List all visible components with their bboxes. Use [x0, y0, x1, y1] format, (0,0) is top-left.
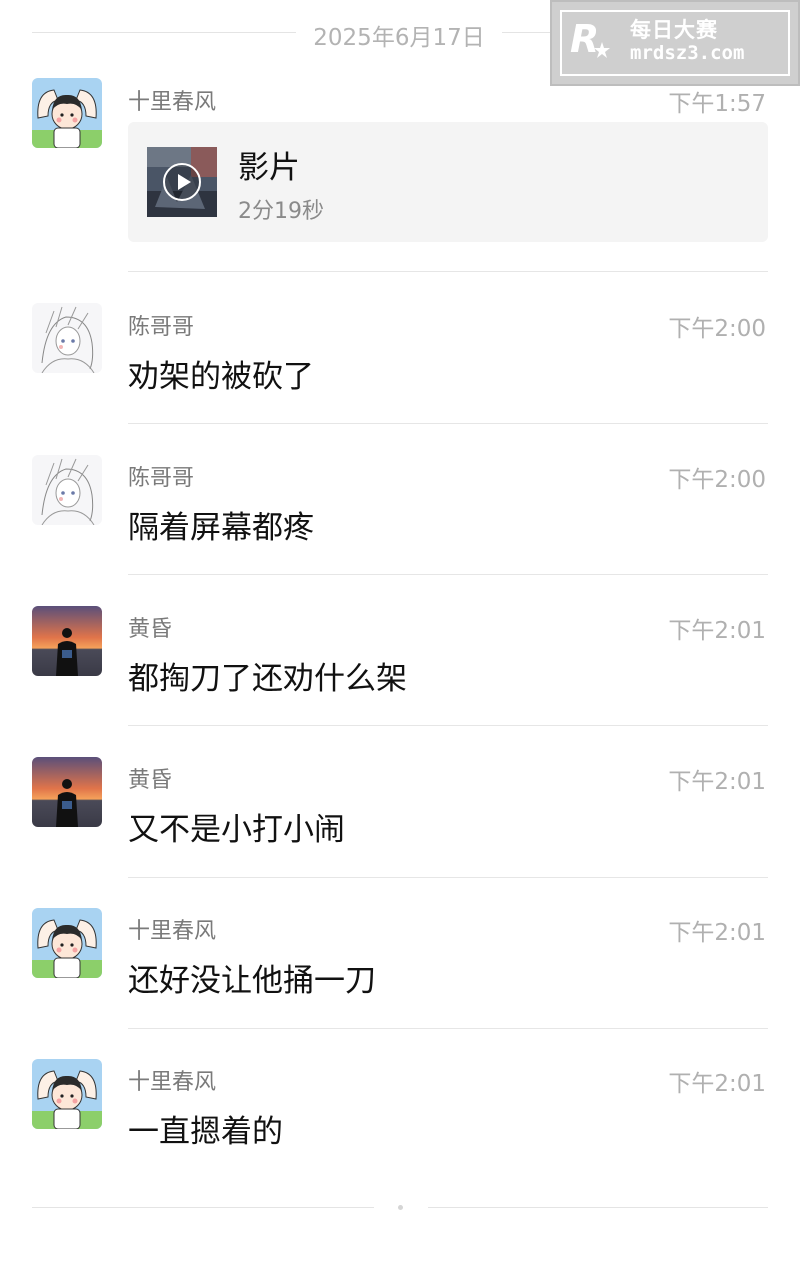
- divider: [428, 1207, 768, 1208]
- divider: [32, 1207, 374, 1208]
- sender-name: 十里春风: [128, 919, 217, 944]
- message-text: 一直摁着的: [128, 1114, 283, 1150]
- divider: [128, 423, 768, 424]
- sender-name: 陈哥哥: [128, 315, 195, 340]
- avatar-boy-heart-icon[interactable]: [32, 1059, 102, 1129]
- sender-name: 黄昏: [128, 768, 173, 793]
- divider: [128, 1028, 768, 1029]
- divider: [128, 574, 768, 575]
- divider: [128, 725, 768, 726]
- message-time: 下午2:00: [668, 467, 766, 493]
- separator-dot: [398, 1205, 403, 1210]
- divider: [32, 32, 296, 33]
- sender-name: 十里春风: [128, 1070, 217, 1095]
- sender-name: 十里春风: [128, 90, 217, 115]
- date-label: 2025年6月17日: [313, 25, 485, 51]
- sender-name: 陈哥哥: [128, 466, 195, 491]
- avatar-anime-sketch-icon[interactable]: [32, 303, 102, 373]
- divider: [128, 271, 768, 272]
- divider: [128, 877, 768, 878]
- message-time: 下午2:01: [668, 769, 766, 795]
- watermark: R 每日大赛 mrdsz3.com: [550, 0, 800, 86]
- message-time: 下午1:57: [668, 91, 766, 117]
- avatar-anime-sketch-icon[interactable]: [32, 455, 102, 525]
- watermark-name: 每日大赛: [630, 18, 718, 42]
- avatar-sunset-silhouette-icon[interactable]: [32, 606, 102, 676]
- video-title: 影片: [238, 150, 300, 186]
- message-text: 劝架的被砍了: [128, 359, 314, 395]
- watermark-logo-icon: R: [570, 17, 610, 60]
- video-thumbnail: [147, 147, 217, 217]
- avatar-boy-heart-icon[interactable]: [32, 78, 102, 148]
- avatar-boy-heart-icon[interactable]: [32, 908, 102, 978]
- sender-name: 黄昏: [128, 617, 173, 642]
- watermark-url: mrdsz3.com: [630, 42, 745, 64]
- message-text: 都掏刀了还劝什么架: [128, 661, 407, 697]
- video-duration: 2分19秒: [238, 199, 324, 224]
- avatar-sunset-silhouette-icon[interactable]: [32, 757, 102, 827]
- message-text: 隔着屏幕都疼: [128, 510, 314, 546]
- message-text: 又不是小打小闹: [128, 812, 345, 848]
- message-time: 下午2:01: [668, 1071, 766, 1097]
- message-text: 还好没让他捅一刀: [128, 963, 376, 999]
- svg-text:R: R: [570, 17, 599, 60]
- message-time: 下午2:01: [668, 618, 766, 644]
- message-time: 下午2:00: [668, 316, 766, 342]
- play-icon[interactable]: [162, 162, 202, 202]
- message-time: 下午2:01: [668, 920, 766, 946]
- video-card[interactable]: 影片 2分19秒: [128, 122, 768, 242]
